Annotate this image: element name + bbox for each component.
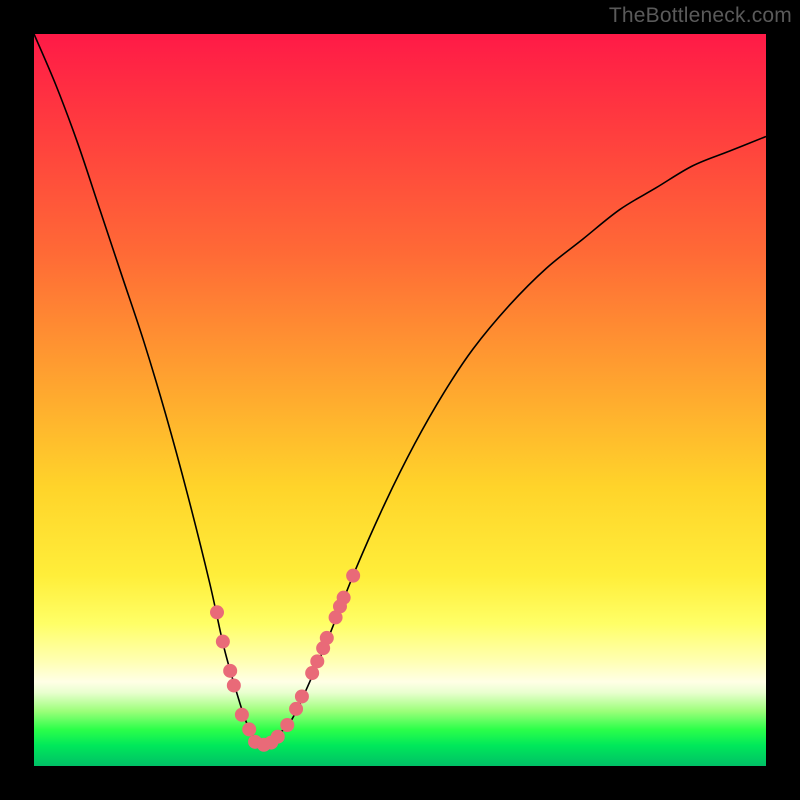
data-marker	[235, 708, 249, 722]
chart-frame: TheBottleneck.com	[0, 0, 800, 800]
data-marker	[242, 722, 256, 736]
data-marker	[320, 631, 334, 645]
data-marker	[227, 678, 241, 692]
data-marker	[346, 569, 360, 583]
data-marker	[210, 605, 224, 619]
data-marker	[310, 654, 324, 668]
data-marker	[271, 730, 285, 744]
bottleneck-curve-svg	[34, 34, 766, 766]
data-marker	[289, 702, 303, 716]
data-marker	[280, 718, 294, 732]
plot-area	[34, 34, 766, 766]
data-markers	[210, 569, 360, 752]
data-marker	[337, 591, 351, 605]
data-marker	[223, 664, 237, 678]
data-marker	[216, 635, 230, 649]
data-marker	[295, 689, 309, 703]
bottleneck-curve	[34, 34, 766, 745]
watermark-text: TheBottleneck.com	[609, 4, 792, 28]
